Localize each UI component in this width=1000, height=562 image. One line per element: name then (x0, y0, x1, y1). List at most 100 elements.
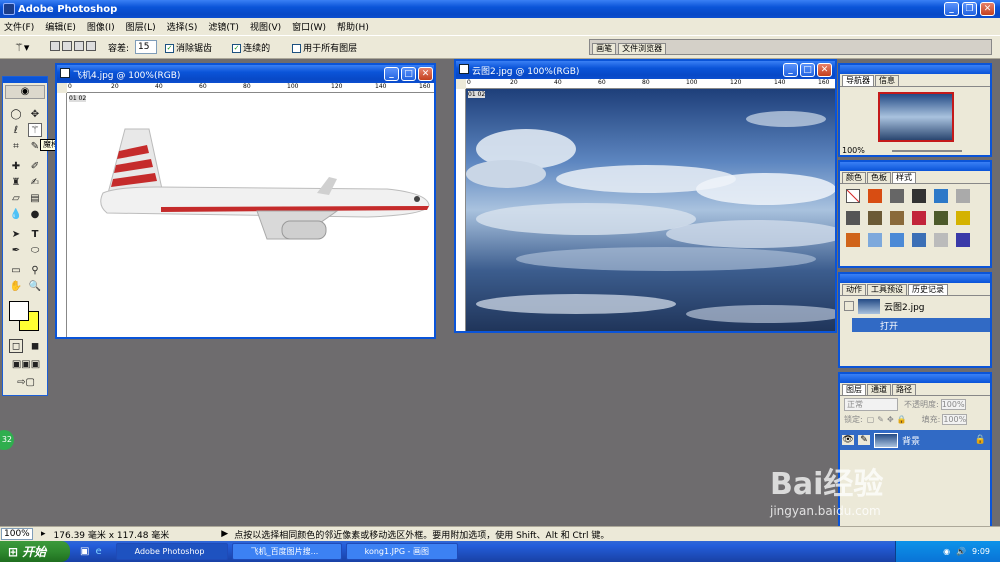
close-button[interactable]: ✕ (980, 2, 995, 16)
doc-minimize-button[interactable]: _ (783, 63, 798, 77)
style-swatch[interactable] (868, 233, 882, 247)
subtract-selection-icon[interactable] (74, 40, 84, 51)
style-swatch[interactable] (890, 233, 904, 247)
quick-mask-on-icon[interactable]: ◼ (28, 339, 42, 353)
status-zoom[interactable]: 100% (1, 528, 33, 540)
layer-row[interactable]: 👁 ✎ 背景 🔒 (840, 430, 990, 450)
shape-icon[interactable]: ⬭ (28, 243, 42, 257)
toolbox-grip[interactable] (3, 77, 47, 83)
tab-color[interactable]: 颜色 (842, 172, 866, 183)
doc-maximize-button[interactable]: □ (401, 67, 416, 81)
stamp-icon[interactable]: ♜ (9, 175, 23, 189)
style-swatch[interactable] (912, 233, 926, 247)
canvas-airplane[interactable]: 01 02 (67, 93, 434, 337)
navigator-zoom[interactable]: 100% (842, 146, 865, 155)
move-icon[interactable]: ✥ (28, 107, 42, 121)
menu-help[interactable]: 帮助(H) (337, 20, 369, 33)
document-title-bar[interactable]: 云图2.jpg @ 100%(RGB) _ □ ✕ (456, 61, 835, 79)
style-swatch[interactable] (890, 211, 904, 225)
fill-input[interactable]: 100% (942, 413, 968, 425)
style-swatch[interactable] (868, 189, 882, 203)
healing-icon[interactable]: ✚ (9, 159, 23, 173)
doc-close-button[interactable]: ✕ (817, 63, 832, 77)
palette-title-bar[interactable] (840, 162, 990, 171)
style-swatch[interactable] (846, 233, 860, 247)
document-title-bar[interactable]: 飞机4.jpg @ 100%(RGB) _ □ ✕ (57, 65, 434, 83)
palette-title-bar[interactable] (840, 374, 990, 383)
zoom-icon[interactable]: 🔍 (28, 279, 42, 293)
volume-icon[interactable]: 🔊 (956, 547, 966, 556)
menu-select[interactable]: 选择(S) (167, 20, 198, 33)
new-selection-icon[interactable] (50, 40, 60, 51)
blend-mode-select[interactable]: 正常 (844, 397, 898, 411)
magic-wand-tool-icon[interactable]: ⚚ (28, 123, 42, 137)
antialias-checkbox[interactable]: ✓ 消除锯齿 (165, 41, 212, 54)
history-brush-source-icon[interactable] (844, 301, 854, 311)
quick-mask-off-icon[interactable]: ◻ (9, 339, 23, 353)
pen-icon[interactable]: ✒ (9, 243, 23, 257)
crop-icon[interactable]: ⌗ (9, 139, 23, 153)
brush-link-icon[interactable]: ✎ (858, 435, 870, 445)
menu-edit[interactable]: 编辑(E) (45, 20, 76, 33)
menu-window[interactable]: 窗口(W) (292, 20, 326, 33)
add-selection-icon[interactable] (62, 40, 72, 51)
lasso-icon[interactable]: ℓ (9, 123, 23, 137)
menu-layer[interactable]: 图层(L) (126, 20, 156, 33)
style-swatch[interactable] (868, 211, 882, 225)
clock[interactable]: 9:09 (972, 547, 990, 556)
style-swatch[interactable] (934, 211, 948, 225)
palette-title-bar[interactable] (840, 274, 990, 283)
tray-icon[interactable]: ◉ (943, 547, 950, 556)
tab-paths[interactable]: 路径 (892, 384, 916, 395)
eyedropper-icon[interactable]: ⚲ (28, 263, 42, 277)
navigator-zoom-slider[interactable] (892, 150, 962, 152)
style-swatch[interactable] (934, 189, 948, 203)
tab-swatches[interactable]: 色板 (867, 172, 891, 183)
canvas-clouds[interactable]: 01 02 (466, 89, 835, 331)
style-swatch[interactable] (912, 211, 926, 225)
foreground-color-swatch[interactable] (9, 301, 29, 321)
doc-maximize-button[interactable]: □ (800, 63, 815, 77)
menu-image[interactable]: 图像(I) (87, 20, 115, 33)
style-swatch[interactable] (956, 233, 970, 247)
type-icon[interactable]: T (28, 227, 42, 241)
notes-icon[interactable]: ▭ (9, 263, 23, 277)
all-layers-checkbox[interactable]: 用于所有图层 (292, 41, 357, 54)
tab-actions[interactable]: 动作 (842, 284, 866, 295)
tab-channels[interactable]: 通道 (867, 384, 891, 395)
jump-to-imageready-icon[interactable]: ⇨▢ (9, 375, 43, 389)
doc-minimize-button[interactable]: _ (384, 67, 399, 81)
taskbar-item-paint[interactable]: kong1.JPG - 画图 (345, 543, 458, 560)
hand-icon[interactable]: ✋ (9, 279, 23, 293)
marquee-icon[interactable]: ◯ (9, 107, 23, 121)
history-step[interactable]: 打开 (852, 318, 990, 332)
minimize-button[interactable]: _ (944, 2, 959, 16)
brush-icon[interactable]: ✐ (28, 159, 42, 173)
tab-layers[interactable]: 图层 (842, 384, 866, 395)
file-browser-tab[interactable]: 文件浏览器 (618, 43, 667, 54)
quick-launch-desktop-icon[interactable]: ▣ (80, 546, 89, 557)
visibility-eye-icon[interactable]: 👁 (842, 435, 854, 445)
tab-navigator[interactable]: 导航器 (842, 75, 874, 86)
style-swatch[interactable] (846, 189, 860, 203)
document-window-airplane[interactable]: 飞机4.jpg @ 100%(RGB) _ □ ✕ 0 20 40 60 80 … (55, 63, 436, 339)
document-window-clouds[interactable]: 云图2.jpg @ 100%(RGB) _ □ ✕ 0 20 40 60 80 … (454, 59, 837, 333)
gradient-icon[interactable]: ▤ (28, 191, 42, 205)
style-swatch[interactable] (912, 189, 926, 203)
palette-title-bar[interactable] (840, 65, 990, 74)
contiguous-checkbox[interactable]: ✓ 连续的 (232, 41, 270, 54)
style-swatch[interactable] (956, 211, 970, 225)
tab-tool-presets[interactable]: 工具预设 (867, 284, 907, 295)
history-brush-icon[interactable]: ✍ (28, 175, 42, 189)
brushes-tab[interactable]: 画笔 (592, 43, 617, 54)
taskbar-item-photoshop[interactable]: Adobe Photoshop (115, 543, 228, 560)
history-snapshot[interactable]: 云图2.jpg (840, 296, 990, 316)
menu-filter[interactable]: 滤镜(T) (208, 20, 239, 33)
start-button[interactable]: ⊞ 开始 (0, 541, 70, 562)
style-swatch[interactable] (934, 233, 948, 247)
screen-mode-icon[interactable]: ▣▣▣ (9, 357, 43, 371)
intersect-selection-icon[interactable] (86, 40, 96, 51)
quick-launch-ie-icon[interactable]: e (95, 546, 101, 557)
style-swatch[interactable] (846, 211, 860, 225)
doc-close-button[interactable]: ✕ (418, 67, 433, 81)
